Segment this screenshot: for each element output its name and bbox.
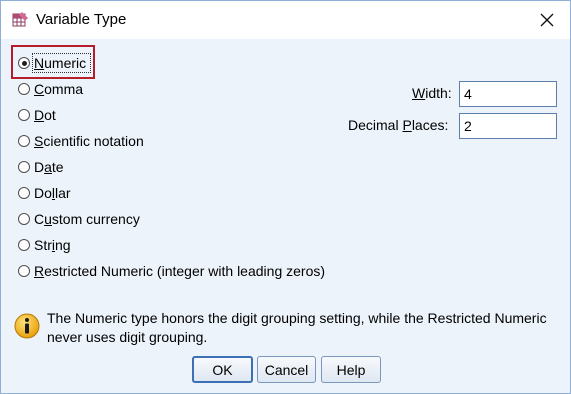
radio-label: Comma xyxy=(34,81,84,97)
radio-button[interactable] xyxy=(18,161,30,173)
decimal-places-input[interactable] xyxy=(459,113,557,139)
title-bar: Variable Type xyxy=(1,1,570,39)
radio-button[interactable] xyxy=(18,187,30,199)
width-label: Width: xyxy=(412,85,452,101)
radio-button[interactable] xyxy=(18,213,30,225)
radio-date[interactable]: Date xyxy=(18,157,64,177)
dialog-content: Numeric Comma Dot Scientific notation Da… xyxy=(1,39,570,393)
radio-label: Custom currency xyxy=(34,211,140,227)
radio-button[interactable] xyxy=(18,239,30,251)
radio-label: Restricted Numeric (integer with leading… xyxy=(34,263,326,279)
radio-restricted-numeric[interactable]: Restricted Numeric (integer with leading… xyxy=(18,261,325,281)
radio-dot[interactable]: Dot xyxy=(18,105,56,125)
cancel-button[interactable]: Cancel xyxy=(257,356,316,383)
radio-button[interactable] xyxy=(18,109,30,121)
radio-dollar[interactable]: Dollar xyxy=(18,183,71,203)
radio-comma[interactable]: Comma xyxy=(18,79,83,99)
window-title: Variable Type xyxy=(36,11,127,28)
radio-button-checked[interactable] xyxy=(18,57,30,69)
radio-label: Date xyxy=(34,159,64,175)
radio-numeric[interactable]: Numeric xyxy=(18,53,86,73)
radio-label: Scientific notation xyxy=(34,133,144,149)
variable-type-dialog: Variable Type Numeric Comma Dot Scientif… xyxy=(0,0,571,394)
radio-string[interactable]: String xyxy=(18,235,71,255)
radio-label: String xyxy=(34,237,71,253)
radio-scientific-notation[interactable]: Scientific notation xyxy=(18,131,144,151)
radio-label: Dollar xyxy=(34,185,71,201)
ok-button[interactable]: OK xyxy=(192,356,253,383)
close-icon xyxy=(540,13,554,27)
radio-custom-currency[interactable]: Custom currency xyxy=(18,209,140,229)
info-icon xyxy=(14,313,40,339)
radio-label: Dot xyxy=(34,107,56,123)
info-message: The Numeric type honors the digit groupi… xyxy=(47,310,547,345)
spss-app-icon xyxy=(12,11,29,28)
radio-button[interactable] xyxy=(18,265,30,277)
radio-button[interactable] xyxy=(18,135,30,147)
radio-button[interactable] xyxy=(18,83,30,95)
close-button[interactable] xyxy=(532,5,562,35)
help-button[interactable]: Help xyxy=(321,356,381,383)
width-input[interactable] xyxy=(459,81,557,107)
radio-label: Numeric xyxy=(34,55,87,71)
decimal-places-label: Decimal Places: xyxy=(348,117,449,133)
